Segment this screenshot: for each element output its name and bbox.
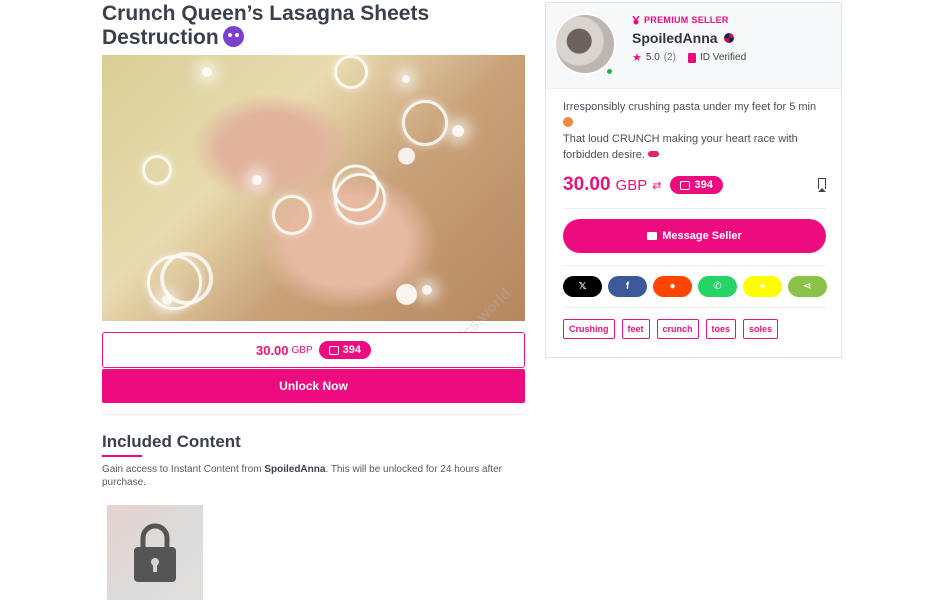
sparkle-decoration xyxy=(252,175,262,185)
seller-card: PREMIUM SELLER SpoiledAnna ★ 5.0 (2) ID … xyxy=(545,2,842,358)
locked-content-thumbnail[interactable] xyxy=(107,505,203,600)
share-whatsapp-button[interactable]: ✆ xyxy=(698,276,737,297)
share-x-button[interactable]: 𝕏 xyxy=(563,276,602,297)
message-seller-button[interactable]: Message Seller xyxy=(563,219,826,253)
tag-crunch[interactable]: crunch xyxy=(656,319,699,339)
premium-seller-label: PREMIUM SELLER xyxy=(644,15,729,25)
product-title-text: Crunch Queen’s Lasagna Sheets Destructio… xyxy=(102,2,430,49)
seller-price-currency: GBP xyxy=(615,176,648,194)
tag-toes[interactable]: toes xyxy=(705,319,737,339)
seller-header: PREMIUM SELLER SpoiledAnna ★ 5.0 (2) ID … xyxy=(546,3,841,89)
whatsapp-icon: ✆ xyxy=(713,281,722,292)
coins-icon xyxy=(328,345,339,355)
bubble-decoration xyxy=(334,173,386,225)
rating-count: (2) xyxy=(663,52,677,63)
product-description: Irresponsibly crushing pasta under my fe… xyxy=(563,99,823,163)
tag-feet[interactable]: feet xyxy=(621,319,650,339)
devil-emoji-icon xyxy=(222,26,244,47)
unlock-now-button[interactable]: Unlock Now xyxy=(102,369,525,403)
avatar[interactable] xyxy=(554,13,616,75)
id-card-icon xyxy=(688,52,697,63)
sparkle-decoration xyxy=(402,75,410,83)
description-line-1: Irresponsibly crushing pasta under my fe… xyxy=(563,101,817,113)
desc-prefix: Gain access to Instant Content from xyxy=(102,464,265,475)
uk-flag-icon xyxy=(722,32,735,44)
share-buttons: 𝕏 f ● ✆ ● ⋖ xyxy=(563,276,827,297)
bubble-decoration xyxy=(402,100,448,146)
divider xyxy=(563,307,826,308)
sparkle-decoration xyxy=(422,285,432,295)
seller-rating: ★ 5.0 (2) ID Verified xyxy=(632,51,746,64)
product-preview-image[interactable] xyxy=(102,55,525,321)
desc-seller-name: SpoiledAnna xyxy=(264,464,326,475)
seller-name-text: SpoiledAnna xyxy=(632,30,718,46)
page-title: Crunch Queen’s Lasagna Sheets Destructio… xyxy=(102,2,522,50)
medal-icon xyxy=(632,15,640,24)
snapchat-icon: ● xyxy=(759,281,766,292)
divider xyxy=(102,414,525,415)
star-icon: ★ xyxy=(632,52,642,64)
share-snapchat-button[interactable]: ● xyxy=(743,276,782,297)
seller-price-amount: 30.00 xyxy=(563,174,611,195)
coins-icon xyxy=(680,180,691,190)
heading-underline xyxy=(102,455,142,457)
bookmark-icon[interactable] xyxy=(818,178,826,192)
x-icon: 𝕏 xyxy=(578,281,587,292)
price-currency: GBP xyxy=(291,344,313,356)
seller-price: 30.00 GBP ⇄ 394 xyxy=(563,174,723,196)
face-emoji-icon xyxy=(563,117,573,127)
seller-name[interactable]: SpoiledAnna xyxy=(632,30,735,46)
price-box: 30.00 GBP 394 xyxy=(102,332,525,368)
description-line-2: That loud CRUNCH making your heart race … xyxy=(563,133,798,161)
coin-amount: 394 xyxy=(342,344,362,356)
seller-coin-badge: 394 xyxy=(670,176,723,194)
envelope-icon xyxy=(647,232,658,240)
reddit-icon: ● xyxy=(669,281,676,292)
currency-exchange-icon[interactable]: ⇄ xyxy=(652,179,661,192)
tag-soles[interactable]: soles xyxy=(743,319,779,339)
tag-list: Crushing feet crunch toes soles xyxy=(563,319,779,339)
divider xyxy=(563,208,826,209)
online-status-dot xyxy=(606,68,613,75)
share-reddit-button[interactable]: ● xyxy=(653,276,692,297)
id-verified-label: ID Verified xyxy=(700,52,747,63)
sparkle-decoration xyxy=(452,125,464,137)
bubble-decoration xyxy=(272,195,312,235)
included-content-description: Gain access to Instant Content from Spoi… xyxy=(102,463,522,489)
share-facebook-button[interactable]: f xyxy=(608,276,647,297)
premium-seller-badge: PREMIUM SELLER xyxy=(632,15,729,25)
bubble-decoration xyxy=(147,255,202,310)
price-amount: 30.00 xyxy=(255,342,289,358)
bubble-decoration xyxy=(334,55,368,89)
rating-value: 5.0 xyxy=(645,52,660,63)
lock-icon xyxy=(134,523,176,582)
included-content-heading: Included Content xyxy=(102,432,241,451)
message-seller-label: Message Seller xyxy=(662,230,742,242)
sparkle-decoration xyxy=(202,67,212,77)
tag-crushing[interactable]: Crushing xyxy=(563,319,615,339)
seller-coin-amount: 394 xyxy=(694,179,713,191)
divider xyxy=(563,265,826,266)
facebook-icon: f xyxy=(625,281,630,292)
share-generic-button[interactable]: ⋖ xyxy=(788,276,827,297)
share-icon: ⋖ xyxy=(803,281,812,292)
lips-emoji-icon xyxy=(648,151,660,157)
coin-badge: 394 xyxy=(318,341,372,359)
bubble-decoration xyxy=(142,155,172,185)
